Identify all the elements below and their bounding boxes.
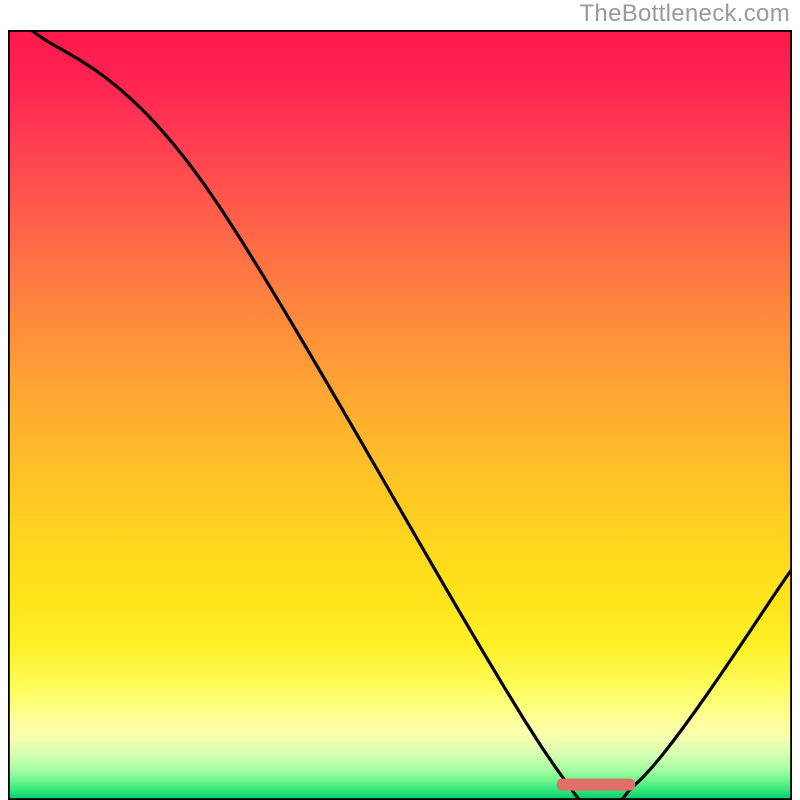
bottleneck-chart [8,30,792,800]
chart-background-gradient [8,30,792,800]
optimal-range-marker [557,779,635,791]
watermark-text: TheBottleneck.com [579,0,790,28]
